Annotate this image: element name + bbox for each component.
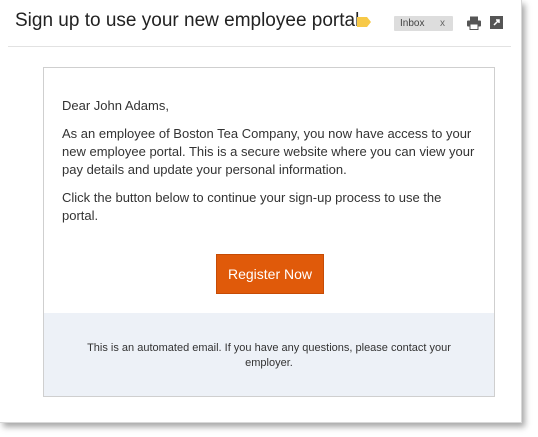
remove-label-button[interactable]: x [440, 16, 445, 31]
email-header: Sign up to use your new employee portal … [0, 0, 521, 46]
email-paragraph-access: As an employee of Boston Tea Company, yo… [62, 126, 475, 177]
open-in-new-window-icon[interactable] [490, 16, 503, 29]
email-body: Dear John Adams, As an employee of Bosto… [62, 97, 478, 235]
header-divider [8, 46, 511, 47]
register-now-button[interactable]: Register Now [216, 254, 324, 294]
inbox-chip-label: Inbox [400, 18, 425, 29]
email-greeting: Dear John Adams, [62, 98, 169, 113]
print-icon[interactable] [467, 16, 481, 30]
email-paragraph-instructions: Click the button below to continue your … [62, 190, 442, 223]
label-tag-icon[interactable] [357, 17, 371, 27]
email-window: Sign up to use your new employee portal … [0, 0, 522, 423]
email-content-card: Dear John Adams, As an employee of Bosto… [43, 67, 495, 397]
email-subject: Sign up to use your new employee portal [15, 10, 360, 31]
footer-notice: This is an automated email. If you have … [87, 342, 451, 369]
inbox-label-chip: Inbox x [394, 16, 453, 31]
email-footer: This is an automated email. If you have … [44, 313, 494, 396]
